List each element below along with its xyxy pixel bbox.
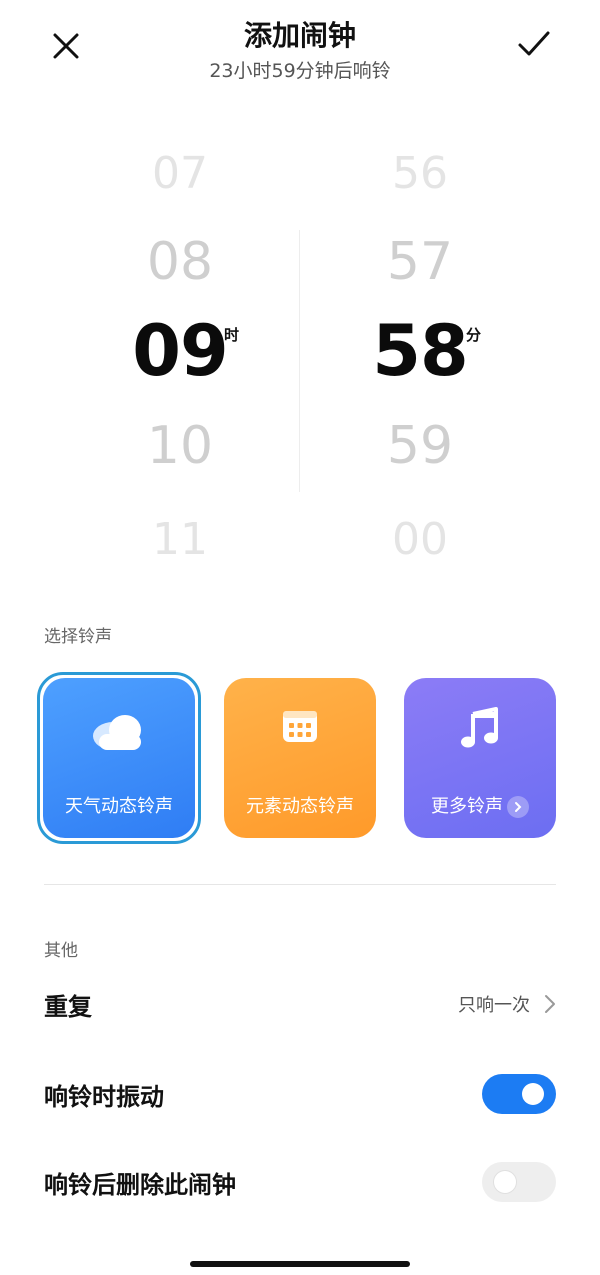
- toggle-knob: [494, 1171, 516, 1193]
- selected-minute[interactable]: 58: [320, 310, 520, 392]
- checkmark-icon: [518, 31, 550, 56]
- minute-unit: 分: [466, 326, 482, 344]
- hour-option[interactable]: 11: [80, 514, 280, 565]
- ringtone-card-element[interactable]: 元素动态铃声: [224, 678, 376, 838]
- delete-after-toggle[interactable]: [482, 1162, 556, 1202]
- ringtone-card-weather[interactable]: 天气动态铃声: [43, 678, 195, 838]
- repeat-value-group: 只响一次: [458, 991, 556, 1017]
- section-divider: [44, 884, 556, 885]
- minute-option[interactable]: 56: [320, 148, 520, 199]
- vibrate-label: 响铃时振动: [44, 1082, 164, 1111]
- toggle-knob: [522, 1083, 544, 1105]
- page-title: 添加闹钟: [243, 19, 356, 52]
- minute-option[interactable]: 59: [320, 416, 520, 476]
- repeat-value: 只响一次: [458, 995, 530, 1016]
- header: 添加闹钟 23小时59分钟后响铃: [0, 0, 600, 100]
- repeat-row[interactable]: 重复 只响一次: [44, 974, 556, 1034]
- minute-option[interactable]: 00: [320, 514, 520, 565]
- cloud-icon: [91, 712, 147, 756]
- delete-after-label: 响铃后删除此闹钟: [44, 1170, 236, 1199]
- hour-option[interactable]: 10: [80, 416, 280, 476]
- repeat-label: 重复: [44, 992, 92, 1021]
- chevron-right-icon: [545, 995, 555, 1013]
- hour-option[interactable]: 07: [80, 148, 280, 199]
- vibrate-row: 响铃时振动: [44, 1064, 556, 1124]
- hour-option[interactable]: 08: [80, 232, 280, 292]
- home-indicator[interactable]: [190, 1261, 410, 1267]
- ringtone-card-more[interactable]: 更多铃声: [404, 678, 556, 838]
- ringtone-card-label: 更多铃声: [404, 792, 556, 818]
- ringtone-card-label: 天气动态铃声: [65, 796, 173, 817]
- selected-hour[interactable]: 09: [80, 310, 280, 392]
- hour-unit: 时: [224, 326, 240, 344]
- countdown-subtitle: 23小时59分钟后响铃: [209, 60, 391, 82]
- minute-wheel[interactable]: 56 57 58 分 59 00: [320, 130, 520, 590]
- delete-after-row: 响铃后删除此闹钟: [44, 1152, 556, 1212]
- minute-option[interactable]: 57: [320, 232, 520, 292]
- time-picker: 07 08 09 时 10 11 56 57 58 分 59 00: [0, 130, 600, 590]
- hour-wheel[interactable]: 07 08 09 时 10 11: [80, 130, 280, 590]
- ringtone-card-label: 元素动态铃声: [246, 796, 354, 817]
- calendar-grid-icon: [280, 706, 320, 750]
- ringtone-card-label-text: 更多铃声: [431, 796, 503, 817]
- confirm-button[interactable]: [512, 22, 556, 66]
- vibrate-toggle[interactable]: [482, 1074, 556, 1114]
- ringtone-section-label: 选择铃声: [44, 627, 112, 647]
- picker-divider: [299, 230, 300, 492]
- other-section-label: 其他: [44, 941, 78, 961]
- chevron-right-icon: [507, 796, 529, 818]
- music-note-icon: [460, 706, 500, 754]
